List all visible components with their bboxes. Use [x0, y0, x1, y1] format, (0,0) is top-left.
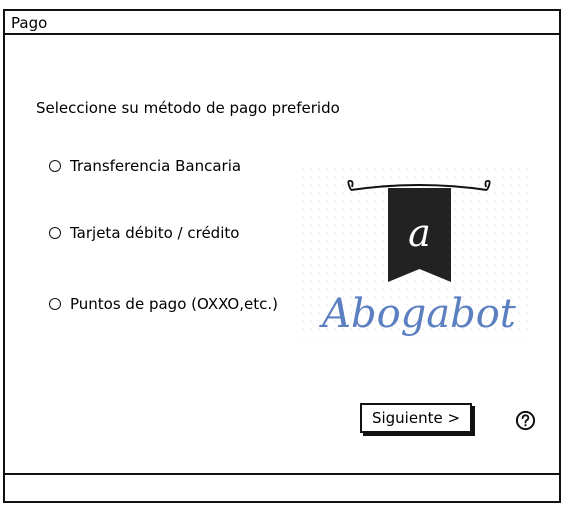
- radio-card[interactable]: [49, 227, 61, 239]
- option-bank-transfer[interactable]: Transferencia Bancaria: [49, 157, 241, 175]
- radio-payment-points[interactable]: [49, 298, 61, 310]
- window-title: Pago: [11, 14, 48, 32]
- option-card[interactable]: Tarjeta débito / crédito: [49, 224, 239, 242]
- title-bar: Pago: [5, 11, 559, 35]
- abogabot-logo: a Abogabot: [301, 167, 531, 337]
- radio-bank-transfer[interactable]: [49, 160, 61, 172]
- banner-monogram: a: [408, 211, 431, 255]
- option-label: Transferencia Bancaria: [70, 157, 242, 175]
- status-bar: [5, 473, 559, 501]
- option-label: Tarjeta débito / crédito: [70, 224, 240, 242]
- logo-wordmark: Abogabot: [318, 291, 517, 337]
- payment-method-prompt: Seleccione su método de pago preferido: [36, 99, 340, 117]
- next-button[interactable]: Siguiente >: [360, 403, 472, 433]
- option-payment-points[interactable]: Puntos de pago (OXXO,etc.): [49, 295, 278, 313]
- app-window: Pago Seleccione su método de pago prefer…: [3, 9, 561, 503]
- option-label: Puntos de pago (OXXO,etc.): [70, 295, 278, 313]
- question-circle-icon[interactable]: [515, 410, 536, 431]
